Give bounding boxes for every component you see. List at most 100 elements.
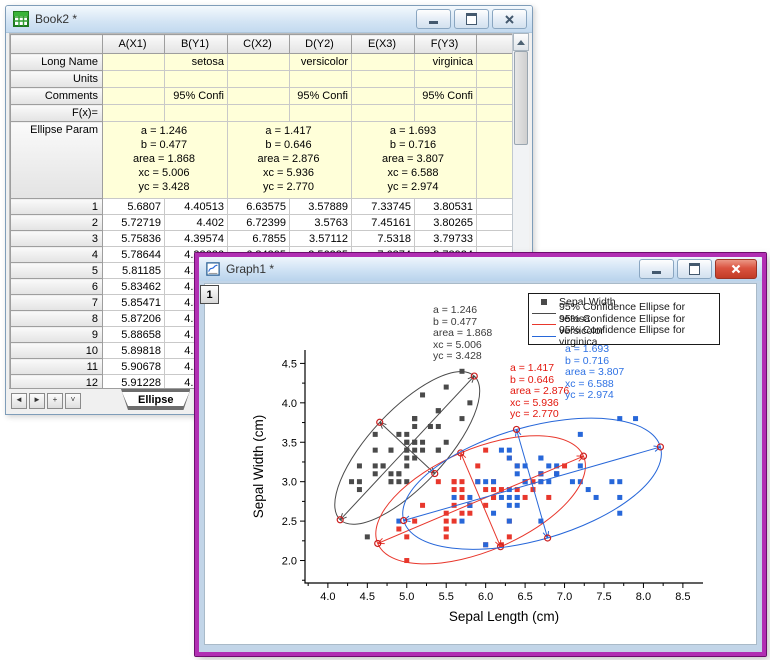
- info-cell[interactable]: setosa: [165, 54, 228, 71]
- minimize-button[interactable]: [416, 9, 451, 29]
- close-button[interactable]: [715, 259, 757, 279]
- row-number[interactable]: 9: [11, 327, 103, 343]
- data-cell[interactable]: 3.57889: [290, 199, 352, 215]
- sheet-tab-ellipse[interactable]: Ellipse: [121, 389, 190, 410]
- info-cell[interactable]: 95% Confi: [290, 88, 352, 105]
- info-cell[interactable]: [103, 54, 165, 71]
- data-cell[interactable]: 5.90678: [103, 359, 165, 375]
- svg-text:4.0: 4.0: [320, 591, 335, 603]
- info-cell[interactable]: [290, 105, 352, 122]
- info-cell[interactable]: [415, 105, 477, 122]
- ellipse-param-cell[interactable]: a = 1.417b = 0.646area = 2.876xc = 5.936…: [228, 122, 352, 199]
- row-number[interactable]: 5: [11, 263, 103, 279]
- data-cell[interactable]: 3.5763: [290, 215, 352, 231]
- row-number[interactable]: 2: [11, 215, 103, 231]
- info-cell[interactable]: versicolor: [290, 54, 352, 71]
- restore-button[interactable]: [454, 9, 489, 29]
- info-cell[interactable]: [352, 105, 415, 122]
- data-cell[interactable]: 6.63575: [228, 199, 290, 215]
- data-cell[interactable]: 7.5318: [352, 231, 415, 247]
- info-cell[interactable]: [165, 105, 228, 122]
- data-cell[interactable]: 3.80265: [415, 215, 477, 231]
- graph-titlebar[interactable]: Graph1 *: [199, 257, 762, 282]
- data-cell[interactable]: 3.80531: [415, 199, 477, 215]
- scroll-up-button[interactable]: [513, 33, 529, 51]
- data-cell[interactable]: 6.72399: [228, 215, 290, 231]
- data-cell[interactable]: 5.91228: [103, 375, 165, 389]
- data-cell[interactable]: 4.39574: [165, 231, 228, 247]
- info-cell[interactable]: [103, 105, 165, 122]
- data-cell[interactable]: 5.89818: [103, 343, 165, 359]
- data-cell[interactable]: 5.88658: [103, 327, 165, 343]
- data-cell[interactable]: 5.87206: [103, 311, 165, 327]
- row-number[interactable]: 7: [11, 295, 103, 311]
- info-cell[interactable]: [228, 54, 290, 71]
- info-cell[interactable]: [165, 71, 228, 88]
- data-cell[interactable]: 5.75836: [103, 231, 165, 247]
- ellipse-param-annotation-1[interactable]: a = 1.417b = 0.646area = 2.876xc = 5.936…: [510, 363, 569, 421]
- data-cell[interactable]: 5.6807: [103, 199, 165, 215]
- ellipse-param-cell[interactable]: a = 1.246b = 0.477area = 1.868xc = 5.006…: [103, 122, 228, 199]
- column-header[interactable]: A(X1): [103, 35, 165, 54]
- row-number[interactable]: 3: [11, 231, 103, 247]
- workbook-titlebar[interactable]: Book2 *: [6, 6, 532, 33]
- column-header[interactable]: E(X3): [352, 35, 415, 54]
- info-cell[interactable]: [352, 54, 415, 71]
- ellipse-param-cell[interactable]: a = 1.693b = 0.716area = 3.807xc = 6.588…: [352, 122, 477, 199]
- row-label[interactable]: Long Name: [11, 54, 103, 71]
- data-cell[interactable]: 3.57112: [290, 231, 352, 247]
- column-header[interactable]: D(Y2): [290, 35, 352, 54]
- info-cell[interactable]: [228, 88, 290, 105]
- row-number[interactable]: 10: [11, 343, 103, 359]
- scrollbar-thumb[interactable]: [514, 51, 528, 145]
- sheet-list-button[interactable]: ˅: [65, 393, 81, 409]
- corner-cell[interactable]: [11, 35, 103, 54]
- data-cell[interactable]: 5.72719: [103, 215, 165, 231]
- row-label[interactable]: Comments: [11, 88, 103, 105]
- data-cell[interactable]: 3.79733: [415, 231, 477, 247]
- row-number[interactable]: 12: [11, 375, 103, 389]
- info-cell[interactable]: 95% Confi: [165, 88, 228, 105]
- data-cell[interactable]: 4.40513: [165, 199, 228, 215]
- data-cell[interactable]: 7.33745: [352, 199, 415, 215]
- row-number[interactable]: 1: [11, 199, 103, 215]
- column-header[interactable]: B(Y1): [165, 35, 228, 54]
- ellipse-param-annotation-0[interactable]: a = 1.246b = 0.477area = 1.868xc = 5.006…: [433, 305, 492, 363]
- tab-scroll-left-button[interactable]: ◄: [11, 393, 27, 409]
- layer-1-button[interactable]: 1: [200, 285, 219, 304]
- row-label[interactable]: Ellipse Param: [11, 122, 103, 199]
- info-cell[interactable]: [103, 71, 165, 88]
- row-number[interactable]: 11: [11, 359, 103, 375]
- info-cell[interactable]: 95% Confi: [415, 88, 477, 105]
- data-cell[interactable]: 5.83462: [103, 279, 165, 295]
- restore-button[interactable]: [677, 259, 712, 279]
- row-number[interactable]: 8: [11, 311, 103, 327]
- info-cell[interactable]: [228, 105, 290, 122]
- close-button[interactable]: [492, 9, 527, 29]
- row-number[interactable]: 4: [11, 247, 103, 263]
- svg-text:8.0: 8.0: [636, 591, 651, 603]
- info-cell[interactable]: [415, 71, 477, 88]
- info-cell[interactable]: [352, 88, 415, 105]
- add-sheet-button[interactable]: +: [47, 393, 63, 409]
- info-cell[interactable]: [228, 71, 290, 88]
- info-cell[interactable]: [352, 71, 415, 88]
- info-cell[interactable]: [103, 88, 165, 105]
- data-cell[interactable]: 5.85471: [103, 295, 165, 311]
- row-label[interactable]: F(x)=: [11, 105, 103, 122]
- column-header[interactable]: C(X2): [228, 35, 290, 54]
- data-cell[interactable]: 7.45161: [352, 215, 415, 231]
- row-number[interactable]: 6: [11, 279, 103, 295]
- info-cell[interactable]: [290, 71, 352, 88]
- row-label[interactable]: Units: [11, 71, 103, 88]
- column-header[interactable]: F(Y3): [415, 35, 477, 54]
- data-cell[interactable]: 4.402: [165, 215, 228, 231]
- plot-legend[interactable]: Sepal Width95% Confidence Ellipse for se…: [528, 293, 720, 345]
- ellipse-param-annotation-2[interactable]: a = 1.693b = 0.716area = 3.807xc = 6.588…: [565, 344, 624, 402]
- data-cell[interactable]: 6.7855: [228, 231, 290, 247]
- info-cell[interactable]: virginica: [415, 54, 477, 71]
- tab-scroll-right-button[interactable]: ►: [29, 393, 45, 409]
- data-cell[interactable]: 5.81185: [103, 263, 165, 279]
- minimize-button[interactable]: [639, 259, 674, 279]
- data-cell[interactable]: 5.78644: [103, 247, 165, 263]
